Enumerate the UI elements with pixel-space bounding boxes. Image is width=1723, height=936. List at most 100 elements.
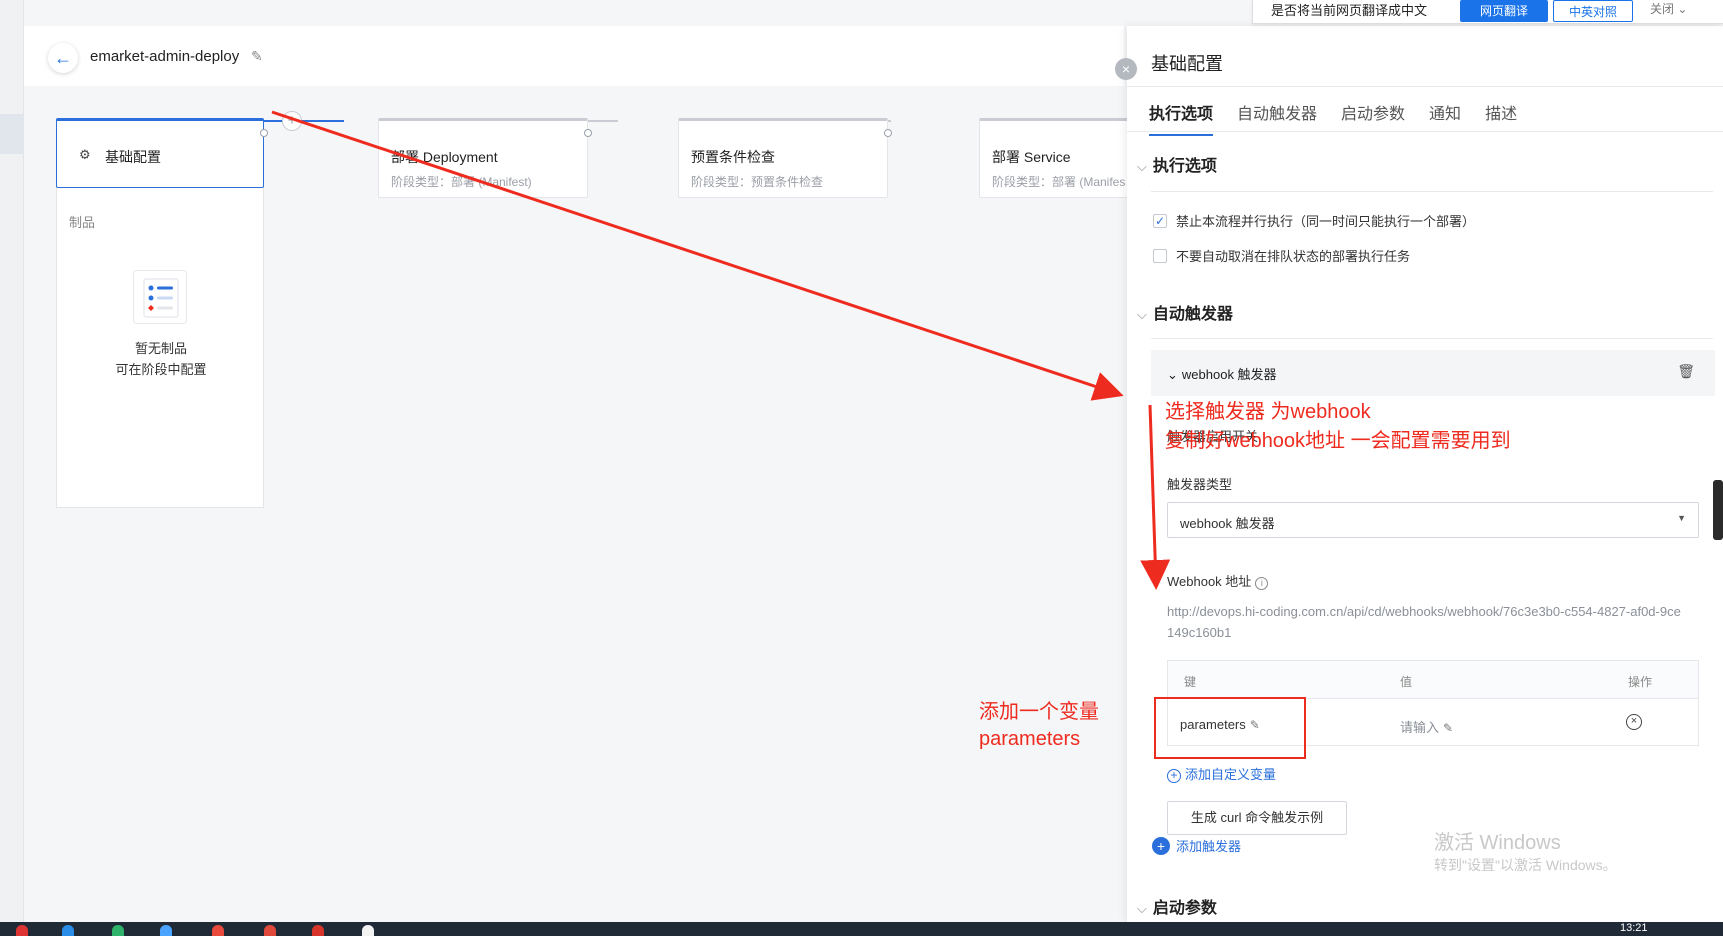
stage-subtitle: 阶段类型：部署 (Manifest) (391, 175, 532, 189)
option-no-auto-cancel[interactable]: 不要自动取消在排队状态的部署执行任务 (1153, 246, 1410, 265)
divider (1151, 338, 1713, 339)
column-header-value: 值 (1400, 675, 1413, 689)
trigger-type-select[interactable]: webhook 触发器 ▼ (1167, 502, 1699, 538)
stage-title: 部署 Deployment (391, 149, 498, 165)
add-stage-icon[interactable]: + (282, 111, 302, 131)
trigger-type-value: webhook 触发器 (1180, 516, 1275, 531)
artifact-panel: 制品 暂无制品 可在阶段中配置 (56, 188, 264, 508)
app-sidebar-selected-item[interactable] (0, 114, 24, 154)
back-arrow-icon[interactable]: ← (48, 43, 78, 73)
annotation-trigger-note: 选择触发器 为webhook (1165, 401, 1371, 423)
table-header: 键 值 操作 (1168, 661, 1698, 699)
stage-port (884, 129, 892, 137)
column-header-action: 操作 (1628, 675, 1653, 689)
webhook-url[interactable]: http://devops.hi-coding.com.cn/api/cd/we… (1167, 601, 1687, 643)
checkbox-checked[interactable]: ✓ (1153, 213, 1167, 228)
artifact-label: 制品 (69, 215, 96, 230)
artifact-empty-title: 暂无制品 (134, 341, 187, 356)
stage-port (260, 129, 268, 137)
stage-title: 基础配置 (105, 149, 161, 165)
add-custom-variable-link[interactable]: + 添加自定义变量 (1167, 764, 1276, 783)
activation-watermark-hint: 转到"设置"以激活 Windows。 (1434, 857, 1617, 873)
section-exec-options[interactable]: ⌵ 执行选项 (1137, 152, 1217, 176)
remove-circle-icon[interactable]: × (1626, 714, 1642, 730)
stage-subtitle: 阶段类型：预置条件检查 (691, 175, 824, 189)
activation-watermark-title: 激活 Windows (1434, 832, 1561, 854)
webhook-label-text: Webhook 地址 (1167, 574, 1252, 589)
trigger-type-label: 触发器类型 (1167, 477, 1233, 492)
trigger-item-header[interactable]: ⌄ webhook 触发器 🗑 (1151, 350, 1715, 396)
chevron-down-icon: ⌵ (1137, 159, 1147, 174)
pencil-icon[interactable]: ✎ (251, 48, 263, 65)
annotation-highlight-box (1154, 697, 1306, 759)
annotation-variable-note: 添加一个变量 (979, 701, 1099, 723)
annotation-variable-name: parameters (979, 728, 1081, 750)
stage-card-basic-config[interactable]: ⚙ 基础配置 (56, 118, 264, 188)
pipeline-canvas: + ⚙ 基础配置 部署 Deployment 阶段类型：部署 (Manifest… (24, 86, 1189, 922)
app-sidebar (0, 0, 24, 922)
taskbar-app-icon[interactable] (312, 925, 324, 936)
chevron-down-icon: ⌵ (1137, 901, 1147, 916)
variable-value-placeholder: 请输入 (1400, 720, 1440, 735)
stage-card-deployment[interactable]: 部署 Deployment 阶段类型：部署 (Manifest) (378, 118, 588, 198)
translate-close-button[interactable]: 关闭 ⌄ (1650, 0, 1687, 17)
os-taskbar: 13:21 (0, 922, 1723, 936)
artifact-empty-hint: 可在阶段中配置 (115, 362, 207, 377)
taskbar-app-icon[interactable] (362, 925, 374, 936)
divider (1127, 131, 1723, 132)
stage-subtitle: 阶段类型：部署 (Manifes (992, 175, 1126, 189)
taskbar-app-icon[interactable] (112, 925, 124, 936)
chevron-down-icon: ⌄ (1167, 367, 1178, 382)
stage-port (584, 129, 592, 137)
pencil-icon[interactable]: ✎ (1443, 721, 1453, 735)
option-no-parallel[interactable]: ✓ 禁止本流程并行执行（同一时间只能执行一个部署） (1153, 211, 1475, 230)
config-drawer: 基础配置 执行选项 自动触发器 启动参数 通知 描述 ⌵ 执行选项 ✓ 禁止本流程… (1127, 26, 1723, 922)
stage-title: 预置条件检查 (691, 149, 775, 165)
trigger-name: webhook 触发器 (1181, 367, 1277, 382)
translate-page-button[interactable]: 网页翻译 (1460, 0, 1548, 22)
scrollbar-thumb[interactable] (1713, 480, 1723, 540)
stage-title: 部署 Service (992, 149, 1071, 165)
bilingual-button[interactable]: 中英对照 (1553, 0, 1633, 22)
option-label: 不要自动取消在排队状态的部署执行任务 (1176, 249, 1411, 264)
taskbar-app-icon[interactable] (160, 925, 172, 936)
add-trigger-link[interactable]: + 添加触发器 (1152, 836, 1241, 855)
option-label: 禁止本流程并行执行（同一时间只能执行一个部署） (1176, 214, 1476, 229)
drawer-title: 基础配置 (1151, 54, 1223, 74)
section-title: 执行选项 (1152, 158, 1217, 175)
close-label: 关闭 (1650, 2, 1675, 16)
translate-prompt: 是否将当前网页翻译成中文 (1271, 3, 1428, 18)
divider (1127, 86, 1723, 87)
webhook-address-label: Webhook 地址 i (1167, 571, 1269, 590)
stage-card-precondition[interactable]: 预置条件检查 阶段类型：预置条件检查 (678, 118, 888, 198)
section-title: 启动参数 (1152, 900, 1217, 917)
trigger-item-title: ⌄ webhook 触发器 (1167, 364, 1277, 383)
close-drawer-icon[interactable]: × (1115, 58, 1137, 80)
caret-down-icon: ▼ (1677, 513, 1686, 523)
taskbar-app-icon[interactable] (212, 925, 224, 936)
translate-bar: 是否将当前网页翻译成中文 网页翻译 中英对照 关闭 ⌄ (1252, 0, 1723, 24)
taskbar-app-icon[interactable] (264, 925, 276, 936)
section-title: 自动触发器 (1152, 306, 1233, 323)
checkbox-unchecked[interactable] (1153, 248, 1167, 263)
trash-icon[interactable]: 🗑 (1677, 363, 1695, 380)
taskbar-app-icon[interactable] (62, 925, 74, 936)
empty-artifact-icon (133, 270, 187, 324)
plus-filled-icon: + (1152, 837, 1170, 855)
add-trigger-label: 添加触发器 (1176, 839, 1242, 854)
variable-value-cell[interactable]: 请输入 ✎ (1400, 717, 1453, 736)
annotation-webhook-note: 复制好webhook地址 一会配置需要用到 (1165, 430, 1511, 452)
column-header-key: 键 (1184, 675, 1197, 689)
pipeline-name: emarket-admin-deploy (90, 48, 240, 65)
taskbar-app-icon[interactable] (16, 925, 28, 936)
info-icon[interactable]: i (1255, 577, 1269, 590)
section-auto-trigger[interactable]: ⌵ 自动触发器 (1137, 300, 1233, 324)
chevron-down-icon: ⌵ (1137, 307, 1147, 322)
divider (1151, 191, 1713, 192)
pipeline-header: ← emarket-admin-deploy ✎ (24, 26, 1124, 86)
generate-curl-button[interactable]: 生成 curl 命令触发示例 (1167, 801, 1347, 835)
settings-sliders-icon: ⚙ (79, 147, 91, 162)
plus-circle-icon: + (1167, 769, 1181, 783)
taskbar-clock: 13:21 (1620, 922, 1648, 934)
section-start-params[interactable]: ⌵ 启动参数 (1137, 894, 1217, 918)
